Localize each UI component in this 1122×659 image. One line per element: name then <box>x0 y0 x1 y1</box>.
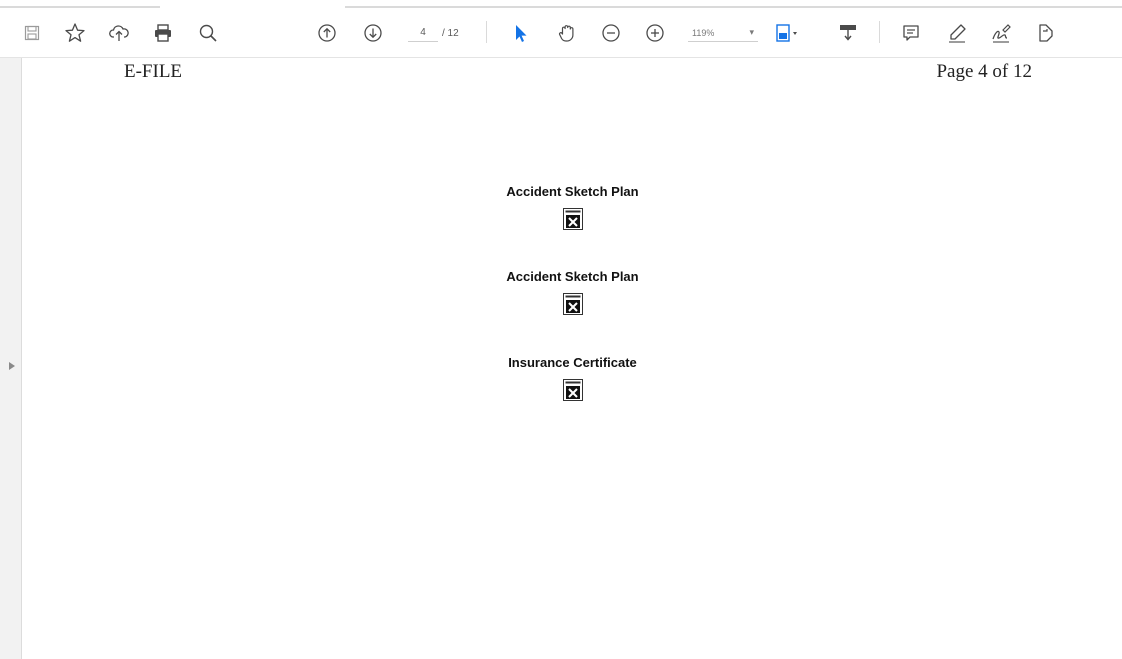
highlight-pen-icon <box>949 24 966 43</box>
comment-icon <box>903 25 919 41</box>
section-title: Accident Sketch Plan <box>506 269 639 284</box>
toolbar-divider-2 <box>879 21 880 43</box>
previous-page-icon <box>318 24 336 42</box>
sign-icon <box>992 24 1011 43</box>
search-icon <box>199 24 217 42</box>
hand-tool-button[interactable] <box>551 17 583 49</box>
upload-cloud-icon <box>109 25 129 41</box>
chevron-down-icon: ▾ <box>749 27 754 37</box>
hand-pan-icon <box>558 25 574 42</box>
upload-button[interactable] <box>103 17 135 49</box>
section-title: Accident Sketch Plan <box>506 184 639 199</box>
select-pointer-icon <box>516 25 527 42</box>
page-number-input[interactable] <box>408 24 438 42</box>
save-button[interactable] <box>16 17 48 49</box>
bookmark-star-icon <box>65 23 85 42</box>
broken-image-icon <box>562 208 583 230</box>
zoom-in-button[interactable] <box>639 17 671 49</box>
document-header-page-indicator: Page 4 of 12 <box>936 61 1032 82</box>
zoom-in-icon <box>646 24 664 42</box>
zoom-out-icon <box>602 24 620 42</box>
expand-panel-button[interactable] <box>8 358 16 370</box>
tab-strip-right <box>345 6 1122 8</box>
next-page-icon <box>364 24 382 42</box>
fit-page-icon <box>776 24 797 42</box>
highlight-button[interactable] <box>941 17 973 49</box>
left-side-panel <box>0 58 22 659</box>
broken-image-icon <box>562 293 583 315</box>
attachment-section: Insurance Certificate <box>23 354 1122 401</box>
sign-button[interactable] <box>985 17 1017 49</box>
bookmark-button[interactable] <box>59 17 91 49</box>
attachment-section: Accident Sketch Plan <box>23 183 1122 230</box>
broken-image-icon <box>562 379 583 401</box>
zoom-level-value: 119% <box>692 27 715 38</box>
fill-sign-icon <box>1039 24 1053 42</box>
find-button[interactable] <box>192 17 224 49</box>
save-icon <box>24 25 40 41</box>
zoom-level-dropdown[interactable]: 119% ▾ <box>688 24 758 42</box>
tab-strip-left <box>0 6 160 8</box>
zoom-out-button[interactable] <box>595 17 627 49</box>
document-header-left: E-FILE <box>124 61 183 82</box>
scroll-mode-button[interactable] <box>832 17 864 49</box>
chevron-right-icon <box>9 362 15 370</box>
previous-page-button[interactable] <box>311 17 343 49</box>
print-button[interactable] <box>147 17 179 49</box>
pdf-toolbar: / 12 119% ▾ <box>0 0 1122 58</box>
toolbar-divider <box>486 21 487 43</box>
attachment-section: Accident Sketch Plan <box>23 268 1122 315</box>
fill-sign-button[interactable] <box>1029 17 1061 49</box>
section-title: Insurance Certificate <box>508 355 637 370</box>
page-total-label: / 12 <box>442 27 459 39</box>
select-tool-button[interactable] <box>504 17 536 49</box>
fit-page-button[interactable] <box>771 17 803 49</box>
comment-button[interactable] <box>895 17 927 49</box>
next-page-button[interactable] <box>357 17 389 49</box>
page-navigator: / 12 <box>408 24 478 42</box>
document-page: E-FILE Page 4 of 12 Accident Sketch Plan… <box>23 58 1122 659</box>
print-icon <box>155 24 171 42</box>
scroll-mode-icon <box>840 25 856 41</box>
